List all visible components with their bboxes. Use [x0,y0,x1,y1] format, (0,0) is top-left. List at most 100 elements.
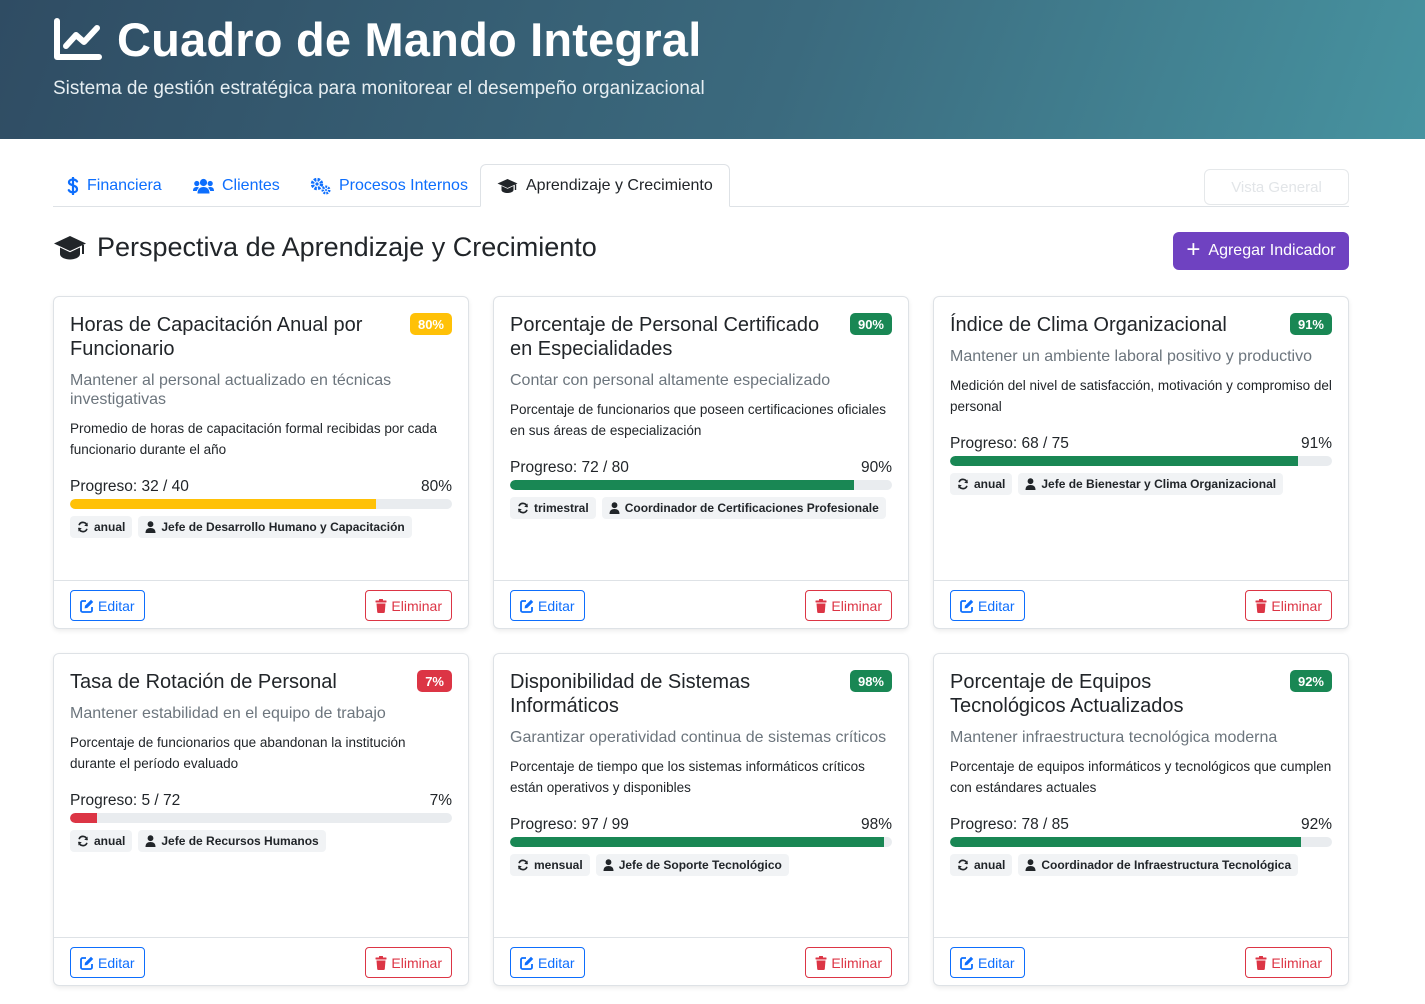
page-header: Cuadro de Mando Integral Sistema de gest… [0,0,1425,139]
frequency-chip: anual [70,516,133,538]
page-title: Cuadro de Mando Integral [117,13,702,66]
frequency-chip: mensual [510,854,590,876]
edit-icon [960,599,974,613]
progress-bar [950,837,1332,847]
indicator-title: Horas de Capacitación Anual por Funciona… [70,314,363,360]
indicator-objective: Mantener un ambiente laboral positivo y … [950,348,1312,365]
section-heading: Perspectiva de Aprendizaje y Crecimiento [53,232,597,263]
delete-label: Eliminar [1271,597,1322,614]
user-icon [1025,478,1036,490]
edit-button[interactable]: Editar [950,590,1025,621]
status-badge: 7% [417,670,452,692]
card-body: Porcentaje de Personal Certificado en Es… [510,313,892,519]
delete-button[interactable]: Eliminar [365,947,452,978]
perspective-tabs: Financiera Clientes Procesos Internos Ap… [53,164,1349,207]
indicator-meta: anual Jefe de Bienestar y Clima Organiza… [950,473,1332,495]
progress-bar [510,837,892,847]
trash-icon [375,955,387,970]
responsible-text: Jefe de Recursos Humanos [161,834,319,848]
edit-button[interactable]: Editar [950,947,1025,978]
progress-label-row: Progreso: 32 / 40 80% [70,478,452,496]
responsible-text: Coordinador de Certificaciones Profesion… [624,501,879,515]
progress-fill [510,837,885,847]
trash-icon [815,955,827,970]
indicator-card: Horas de Capacitación Anual por Funciona… [53,296,469,629]
status-badge: 98% [849,670,892,692]
delete-button[interactable]: Eliminar [365,590,452,621]
edit-button[interactable]: Editar [70,590,145,621]
edit-icon [520,599,534,613]
add-indicator-label: Agregar Indicador [1208,242,1336,259]
edit-icon [960,956,974,970]
edit-button[interactable]: Editar [510,947,585,978]
progress-text: Progreso: 5 / 72 [70,792,181,809]
tab-financiera[interactable]: Financiera [67,164,162,207]
delete-button[interactable]: Eliminar [1245,947,1332,978]
progress-fill [70,813,97,823]
user-icon [145,835,156,847]
edit-button[interactable]: Editar [510,590,585,621]
card-body: Índice de Clima Organizacional 91% Mante… [950,313,1332,495]
frequency-chip: anual [950,473,1013,495]
frequency-text: anual [94,520,126,534]
frequency-text: trimestral [534,501,589,515]
progress-bar [70,499,452,509]
status-badge: 80% [409,313,452,335]
chart-line-icon [54,17,102,60]
user-icon [603,859,614,871]
progress-percent: 80% [420,478,452,495]
sync-icon [517,502,529,514]
card-body: Disponibilidad de Sistemas Informáticos … [510,670,892,876]
indicator-description: Medición del nivel de satisfacción, moti… [950,378,1332,414]
edit-icon [80,599,94,613]
user-icon [145,521,156,533]
responsible-chip: Jefe de Soporte Tecnológico [595,854,789,876]
delete-label: Eliminar [391,597,442,614]
graduation-cap-icon [497,178,518,194]
card-footer: Editar Eliminar [494,580,908,628]
sync-icon [77,835,89,847]
responsible-text: Jefe de Bienestar y Clima Organizacional [1041,477,1277,491]
indicator-title: Índice de Clima Organizacional [950,314,1227,336]
tab-clientes[interactable]: Clientes [193,164,280,207]
graduation-cap-icon [54,235,86,259]
user-icon [609,502,620,514]
progress-label-row: Progreso: 68 / 75 91% [950,435,1332,453]
indicator-title: Porcentaje de Equipos Tecnológicos Actua… [950,671,1184,717]
edit-label: Editar [98,597,135,614]
overview-button[interactable]: Vista General [1204,169,1349,205]
delete-button[interactable]: Eliminar [805,947,892,978]
progress-label-row: Progreso: 5 / 72 7% [70,792,452,810]
tab-aprendizaje-crecimiento[interactable]: Aprendizaje y Crecimiento [480,164,730,207]
page-subtitle: Sistema de gestión estratégica para moni… [53,78,705,99]
indicator-card: Índice de Clima Organizacional 91% Mante… [933,296,1349,629]
delete-button[interactable]: Eliminar [805,590,892,621]
indicator-card: Porcentaje de Equipos Tecnológicos Actua… [933,653,1349,986]
progress-fill [510,480,854,490]
progress-percent: 92% [1300,816,1332,833]
indicator-objective: Garantizar operatividad continua de sist… [510,729,887,746]
indicator-card: Porcentaje de Personal Certificado en Es… [493,296,909,629]
delete-button[interactable]: Eliminar [1245,590,1332,621]
progress-percent: 90% [860,459,892,476]
tab-procesos-internos[interactable]: Procesos Internos [310,164,468,207]
card-footer: Editar Eliminar [934,937,1348,985]
edit-button[interactable]: Editar [70,947,145,978]
responsible-text: Coordinador de Infraestructura Tecnológi… [1041,858,1292,872]
progress-bar [510,480,892,490]
progress-fill [70,499,376,509]
tab-label: Procesos Internos [339,176,468,194]
add-indicator-button[interactable]: + Agregar Indicador [1173,232,1349,270]
overview-button-label: Vista General [1231,178,1322,196]
frequency-text: anual [974,477,1006,491]
indicator-title: Tasa de Rotación de Personal [70,671,337,693]
indicator-title: Disponibilidad de Sistemas Informáticos [510,671,751,717]
dollar-icon [67,176,79,195]
responsible-chip: Jefe de Bienestar y Clima Organizacional [1018,473,1284,495]
sync-icon [957,859,969,871]
indicator-meta: mensual Jefe de Soporte Tecnológico [510,854,892,876]
responsible-chip: Jefe de Recursos Humanos [138,830,326,852]
trash-icon [1255,598,1267,613]
card-body: Tasa de Rotación de Personal 7% Mantener… [70,670,452,852]
edit-icon [520,956,534,970]
